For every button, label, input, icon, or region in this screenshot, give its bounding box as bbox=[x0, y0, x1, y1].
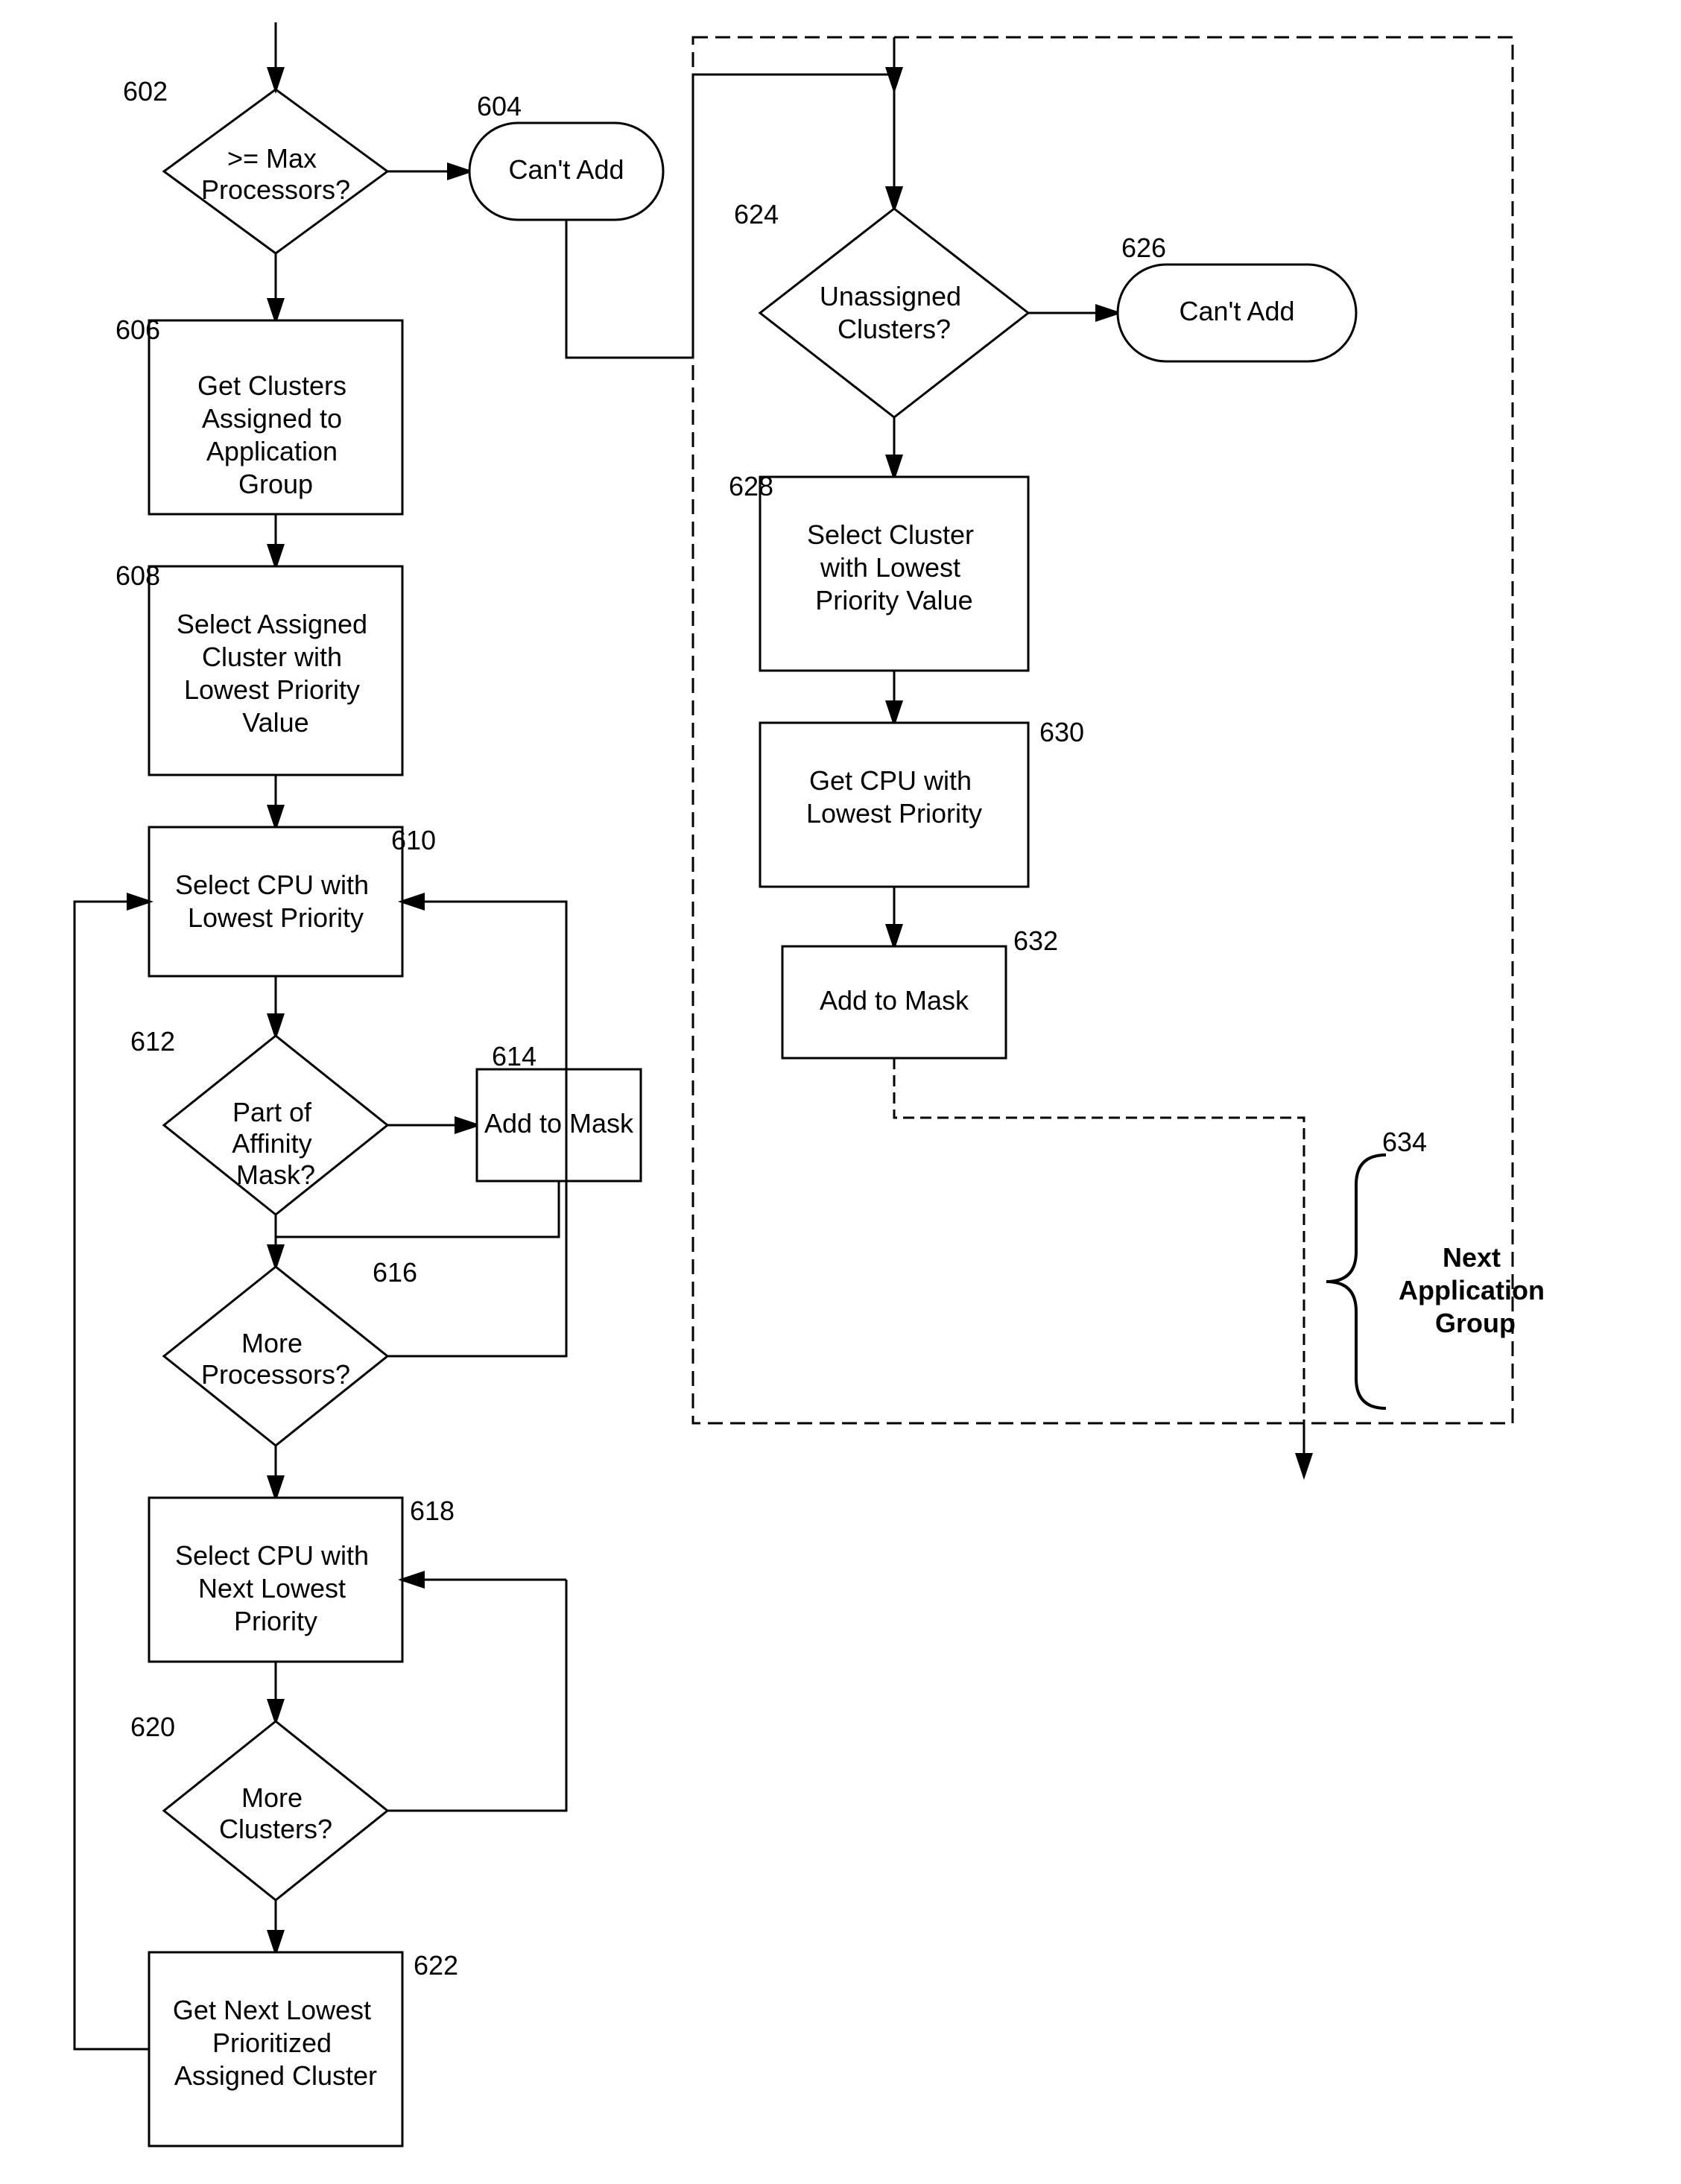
ref-610: 610 bbox=[391, 825, 436, 855]
ref-624: 624 bbox=[734, 199, 779, 230]
ref-622: 622 bbox=[414, 1950, 458, 1981]
ref-606: 606 bbox=[115, 314, 160, 345]
ref-632: 632 bbox=[1013, 925, 1058, 956]
ref-608: 608 bbox=[115, 560, 160, 591]
rect-cant-add-604-label: Can't Add bbox=[509, 154, 624, 185]
loop-622-to-610 bbox=[75, 902, 149, 2049]
ref-634: 634 bbox=[1382, 1127, 1427, 1157]
ref-616: 616 bbox=[373, 1257, 417, 1288]
rect-614-label: Add to Mask bbox=[484, 1108, 634, 1139]
diamond-612-label: Part of Affinity Mask? bbox=[232, 1097, 319, 1190]
ref-626: 626 bbox=[1121, 232, 1166, 263]
ref-618: 618 bbox=[410, 1495, 455, 1526]
ref-620: 620 bbox=[130, 1712, 175, 1742]
ref-630: 630 bbox=[1039, 717, 1084, 747]
curly-brace-634-left bbox=[1326, 1155, 1386, 1408]
rect-632-label: Add to Mask bbox=[820, 985, 969, 1016]
rect-628-label: Select Cluster with Lowest Priority Valu… bbox=[807, 519, 981, 615]
line-620-right bbox=[387, 1580, 566, 1811]
dashed-line-632-out bbox=[894, 1058, 1304, 1423]
flowchart-diagram: >= Max Processors? 602 Get Clusters Assi… bbox=[0, 0, 1681, 2180]
curly-634-label: Next Application Group bbox=[1399, 1242, 1552, 1338]
arrow-614-to-616 bbox=[276, 1181, 559, 1267]
ref-604: 604 bbox=[477, 91, 522, 121]
ref-628: 628 bbox=[729, 471, 773, 501]
ref-612: 612 bbox=[130, 1026, 175, 1057]
rect-cant-add-626-label: Can't Add bbox=[1180, 296, 1295, 326]
ref-602: 602 bbox=[123, 76, 168, 107]
ref-614: 614 bbox=[492, 1041, 536, 1072]
